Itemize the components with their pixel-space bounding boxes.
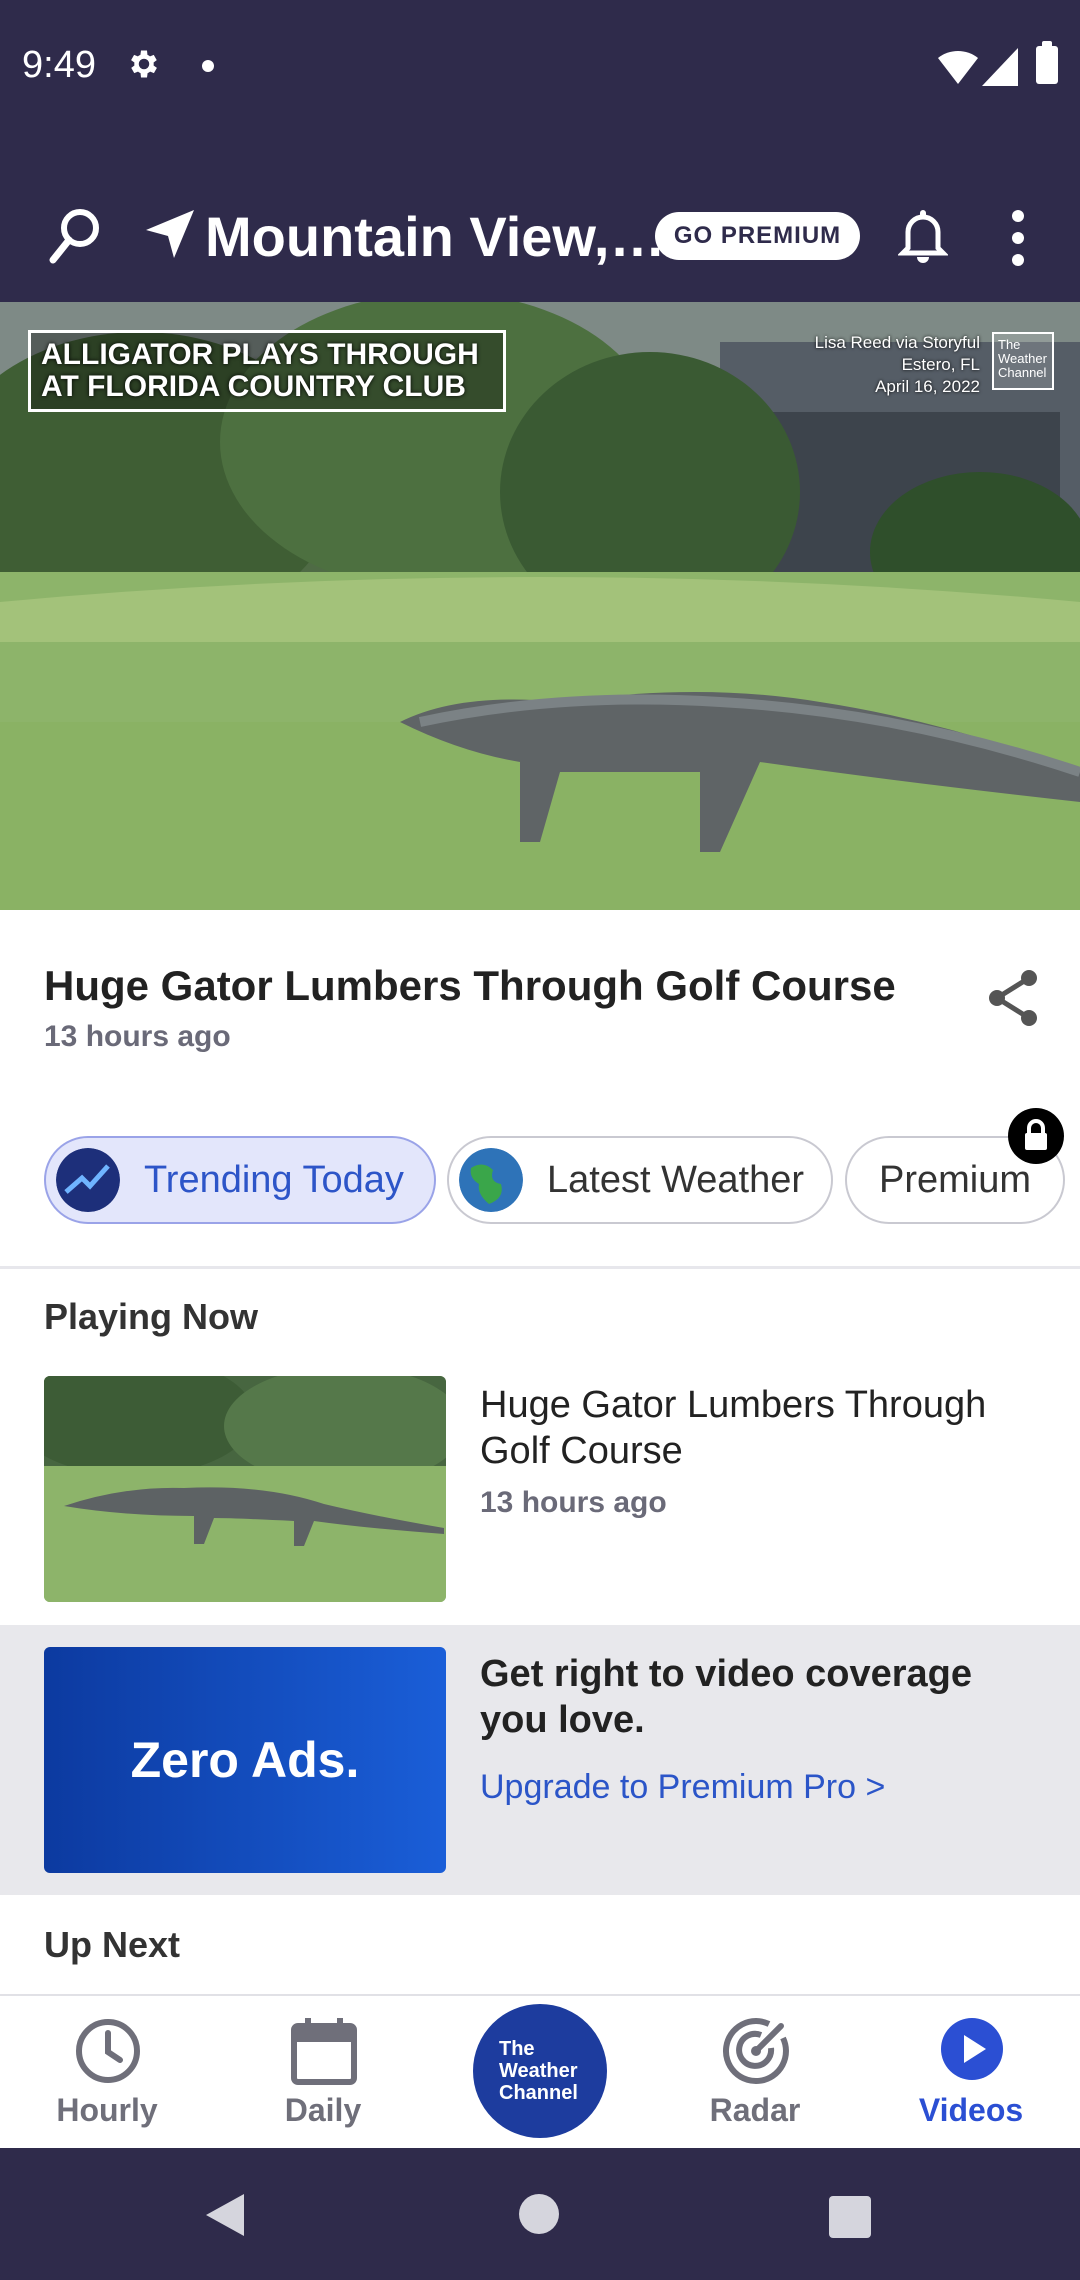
location-arrow-icon[interactable]	[144, 208, 196, 260]
playing-now-title[interactable]: Huge Gator Lumbers Through Golf Course	[480, 1382, 1040, 1474]
nav-daily[interactable]: Daily	[223, 1996, 423, 2150]
section-divider	[0, 1266, 1080, 1269]
upgrade-premium-link[interactable]: Upgrade to Premium Pro >	[480, 1768, 885, 1807]
status-time: 9:49	[22, 44, 96, 86]
video-headline-overlay: ALLIGATOR PLAYS THROUGH AT FLORIDA COUNT…	[28, 330, 506, 412]
playing-now-heading: Playing Now	[44, 1296, 259, 1337]
credit-line: April 16, 2022	[875, 377, 980, 396]
playing-now-thumbnail[interactable]	[44, 1376, 446, 1602]
search-icon[interactable]	[48, 206, 104, 266]
settings-gear-icon	[131, 50, 157, 78]
video-credit: Lisa Reed via Storyful Estero, FL April …	[760, 332, 980, 398]
nav-label: Daily	[284, 2092, 362, 2128]
system-navigation-bar	[0, 2148, 1080, 2280]
home-icon[interactable]	[519, 2194, 559, 2234]
zero-ads-badge[interactable]: Zero Ads.	[44, 1647, 446, 1873]
category-chips: Trending Today Latest Weather Premium	[0, 1136, 1080, 1226]
playing-now-timestamp: 13 hours ago	[480, 1486, 667, 1519]
nav-radar[interactable]: Radar	[655, 1996, 855, 2150]
video-timestamp: 13 hours ago	[44, 1020, 231, 1053]
share-icon[interactable]	[985, 968, 1041, 1028]
recent-apps-icon[interactable]	[829, 2196, 871, 2238]
video-title: Huge Gator Lumbers Through Golf Course	[44, 962, 896, 1009]
nav-videos[interactable]: Videos	[871, 1996, 1071, 2150]
app-bar: Mountain View,… GO PREMIUM	[0, 130, 1080, 302]
up-next-heading: Up Next	[44, 1924, 181, 1965]
calendar-icon	[291, 2018, 357, 2085]
chip-label: Trending Today	[144, 1159, 404, 1201]
credit-line: Estero, FL	[901, 355, 980, 374]
chip-trending-today[interactable]: Trending Today	[44, 1136, 436, 1224]
weather-channel-logo[interactable]: The Weather Channel	[473, 2004, 607, 2138]
promo-text: Get right to video coverage you love.	[480, 1653, 972, 1741]
nav-label: Videos	[918, 2092, 1024, 2128]
premium-promo: Zero Ads. Get right to video coverage yo…	[0, 1625, 1080, 1895]
back-icon[interactable]	[204, 2192, 246, 2238]
wifi-icon	[938, 50, 978, 84]
cell-signal-icon	[982, 48, 1018, 86]
globe-icon	[459, 1148, 523, 1212]
radar-icon	[723, 2018, 789, 2084]
video-player[interactable]: ALLIGATOR PLAYS THROUGH AT FLORIDA COUNT…	[0, 302, 1080, 910]
nav-label: Radar	[709, 2092, 801, 2128]
lock-icon	[1008, 1108, 1064, 1164]
chip-label: Latest Weather	[547, 1159, 805, 1201]
bell-icon[interactable]	[898, 206, 948, 264]
status-bar: 9:49	[0, 0, 1080, 130]
notification-dot-icon	[202, 60, 214, 72]
clock-icon	[76, 2019, 140, 2083]
chip-latest-weather[interactable]: Latest Weather	[447, 1136, 833, 1224]
credit-line: Lisa Reed via Storyful	[814, 333, 980, 352]
weather-channel-watermark: The Weather Channel	[992, 332, 1054, 390]
play-icon	[941, 2018, 1003, 2080]
go-premium-button[interactable]: GO PREMIUM	[655, 212, 860, 260]
more-options-icon[interactable]	[1010, 210, 1026, 266]
trending-icon	[56, 1148, 120, 1212]
nav-hourly[interactable]: Hourly	[7, 1996, 207, 2150]
nav-label: Hourly	[56, 2092, 158, 2128]
battery-icon	[1036, 41, 1058, 84]
location-title[interactable]: Mountain View,…	[205, 204, 665, 269]
